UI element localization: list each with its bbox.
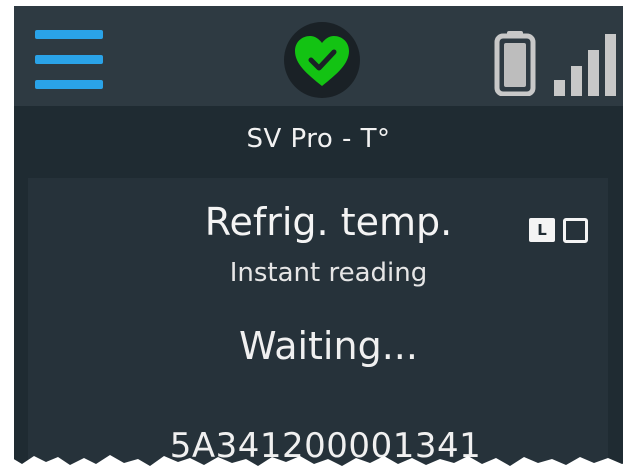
mode-l-badge: L bbox=[529, 218, 555, 242]
signal-strength-icon bbox=[554, 34, 616, 96]
device-screen: SV Pro - T° Refrig. temp. L Instant read… bbox=[14, 6, 623, 470]
status-bar bbox=[14, 6, 623, 106]
mode-empty-box-icon bbox=[563, 218, 588, 243]
torn-edge-decoration bbox=[0, 455, 634, 470]
reading-subtitle: Instant reading bbox=[229, 258, 428, 288]
hamburger-menu-icon[interactable] bbox=[35, 30, 103, 90]
mode-indicator: L bbox=[529, 216, 595, 244]
reading-value: Waiting... bbox=[239, 324, 418, 368]
menu-bar-middle bbox=[35, 55, 103, 64]
device-title: SV Pro - T° bbox=[246, 124, 391, 154]
menu-bar-top bbox=[35, 30, 103, 39]
battery-icon bbox=[494, 31, 536, 96]
menu-bar-bottom bbox=[35, 80, 103, 89]
heart-checkmark-icon bbox=[284, 22, 360, 98]
